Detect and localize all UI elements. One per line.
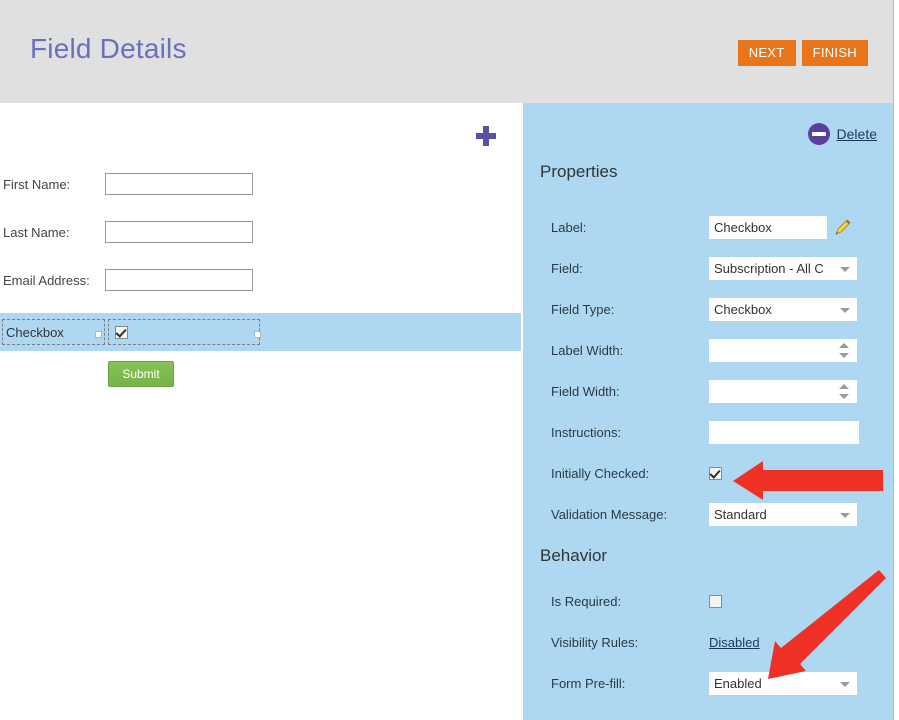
first-name-label: First Name: — [3, 176, 71, 192]
form-row-first-name[interactable]: First Name: — [0, 169, 521, 199]
label-width-stepper[interactable] — [709, 338, 857, 362]
header-actions: NEXT FINISH — [737, 40, 868, 66]
delete-field-button[interactable]: Delete — [807, 123, 877, 145]
form-prefill-value: Enabled — [714, 675, 762, 691]
form-row-checkbox-selected[interactable]: Checkbox — [0, 313, 521, 351]
plus-icon[interactable] — [473, 123, 499, 149]
chevron-down-icon — [840, 512, 850, 518]
label-field-label: Label: — [551, 219, 587, 235]
pencil-icon[interactable] — [834, 219, 851, 236]
first-name-input[interactable] — [105, 173, 253, 195]
field-type-value: Checkbox — [714, 301, 772, 317]
last-name-label: Last Name: — [3, 224, 70, 240]
property-row-field-width: Field Width: — [523, 377, 893, 405]
resize-handle-field[interactable] — [254, 331, 261, 338]
property-row-visibility-rules: Visibility Rules: Disabled — [523, 628, 893, 656]
initially-checked-label: Initially Checked: — [551, 465, 650, 481]
properties-panel: Delete Properties Label: Field: Subscrip… — [523, 103, 893, 720]
property-row-instructions: Instructions: — [523, 418, 893, 446]
page-header: Field Details NEXT FINISH — [0, 0, 893, 103]
validation-message-value: Standard — [714, 506, 767, 522]
properties-section-title: Properties — [540, 162, 618, 181]
form-prefill-select[interactable]: Enabled — [709, 671, 857, 695]
property-row-label: Label: — [523, 213, 893, 241]
property-row-initially-checked: Initially Checked: — [523, 459, 893, 487]
page-title: Field Details — [30, 33, 187, 64]
chevron-down-icon — [840, 307, 850, 313]
is-required-checkbox[interactable] — [709, 594, 722, 608]
checkbox-label-region[interactable]: Checkbox — [2, 319, 105, 345]
label-width-label: Label Width: — [551, 342, 624, 358]
next-button[interactable]: NEXT — [737, 40, 796, 66]
validation-message-select[interactable]: Standard — [709, 502, 857, 526]
property-row-field-type: Field Type: Checkbox — [523, 295, 893, 323]
chevron-down-icon — [840, 681, 850, 687]
preview-checkbox[interactable] — [115, 325, 128, 339]
form-prefill-label: Form Pre-fill: — [551, 675, 626, 691]
email-address-input[interactable] — [105, 269, 253, 291]
last-name-input[interactable] — [105, 221, 253, 243]
checkbox-field-region[interactable] — [108, 319, 260, 345]
field-type-select[interactable]: Checkbox — [709, 297, 857, 321]
field-select-label: Field: — [551, 260, 583, 276]
property-row-is-required: Is Required: — [523, 587, 893, 615]
stepper-up-icon[interactable] — [839, 383, 849, 389]
field-width-label: Field Width: — [551, 383, 620, 399]
field-type-label: Field Type: — [551, 301, 615, 317]
form-preview-panel: First Name: Last Name: Email Address: Ch… — [0, 103, 521, 720]
visibility-rules-link[interactable]: Disabled — [709, 635, 760, 650]
delete-label[interactable]: Delete — [837, 126, 877, 142]
label-input[interactable] — [709, 215, 827, 239]
validation-message-label: Validation Message: — [551, 506, 668, 522]
property-row-field: Field: Subscription - All C — [523, 254, 893, 282]
panel-right-edge — [893, 0, 899, 720]
stepper-down-icon[interactable] — [839, 393, 849, 399]
instructions-input[interactable] — [709, 420, 859, 444]
property-row-validation-message: Validation Message: Standard — [523, 500, 893, 528]
property-row-label-width: Label Width: — [523, 336, 893, 364]
stepper-up-icon[interactable] — [839, 342, 849, 348]
chevron-down-icon — [840, 266, 850, 272]
resize-handle-label[interactable] — [95, 331, 102, 338]
initially-checked-checkbox[interactable] — [709, 466, 722, 480]
field-width-stepper[interactable] — [709, 379, 857, 403]
email-address-label: Email Address: — [3, 272, 90, 288]
is-required-label: Is Required: — [551, 593, 622, 609]
minus-circle-icon — [807, 123, 830, 145]
stepper-down-icon[interactable] — [839, 352, 849, 358]
finish-button[interactable]: FINISH — [801, 40, 868, 66]
submit-button[interactable]: Submit — [108, 361, 174, 387]
field-select-value: Subscription - All C — [714, 260, 824, 276]
instructions-label: Instructions: — [551, 424, 622, 440]
field-select[interactable]: Subscription - All C — [709, 256, 857, 280]
behavior-section-title: Behavior — [540, 546, 608, 565]
property-row-form-prefill: Form Pre-fill: Enabled — [523, 669, 893, 697]
checkbox-field-label: Checkbox — [6, 324, 64, 340]
form-row-last-name[interactable]: Last Name: — [0, 217, 521, 247]
form-row-email-address[interactable]: Email Address: — [0, 265, 521, 295]
visibility-rules-label: Visibility Rules: — [551, 634, 639, 650]
